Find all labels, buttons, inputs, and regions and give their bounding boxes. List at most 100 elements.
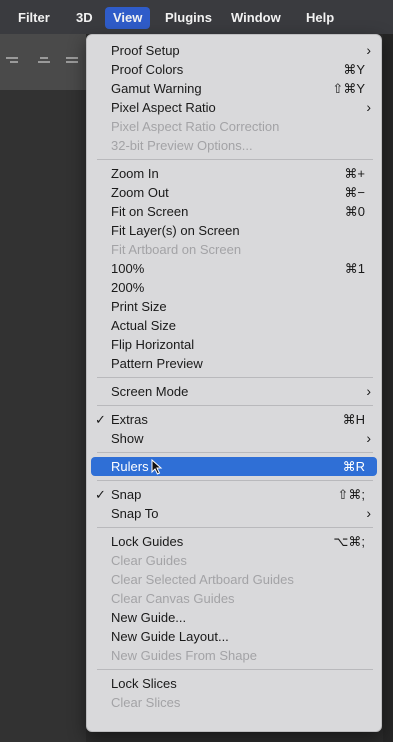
menu-separator (97, 452, 373, 453)
menu-item-fit-artboard-on-screen: Fit Artboard on Screen (91, 240, 377, 259)
menu-item-label: New Guide... (111, 610, 187, 625)
menu-item-new-guide-layout[interactable]: New Guide Layout... (91, 627, 377, 646)
menu-item-label: Clear Selected Artboard Guides (111, 572, 294, 587)
menu-item-32-bit-preview-options: 32-bit Preview Options... (91, 136, 377, 155)
menu-separator (97, 405, 373, 406)
side-panel-edge (383, 34, 393, 742)
menu-item-snap[interactable]: ✓ Snap ⇧⌘; (91, 485, 377, 504)
menu-item-zoom-in[interactable]: Zoom In ⌘+ (91, 164, 377, 183)
menu-item-200[interactable]: 200% (91, 278, 377, 297)
menu-item-clear-guides: Clear Guides (91, 551, 377, 570)
menu-item-clear-slices: Clear Slices (91, 693, 377, 712)
menu-item-label: Print Size (111, 299, 167, 314)
menu-separator (97, 480, 373, 481)
menu-item-label: Rulers (111, 459, 149, 474)
menu-item-shortcut: ⌘− (344, 185, 365, 200)
menu-item-label: Fit Artboard on Screen (111, 242, 242, 257)
menu-item-shortcut: ⌘Y (343, 62, 365, 77)
menu-item-label: Zoom In (111, 166, 159, 181)
menu-item-label: Fit on Screen (111, 204, 189, 219)
menu-item-shortcut: ⌘0 (344, 204, 365, 219)
chevron-right-icon: › (366, 505, 371, 521)
menu-item-label: Proof Colors (111, 62, 184, 77)
menu-item-label: 32-bit Preview Options... (111, 138, 253, 153)
chevron-right-icon: › (366, 42, 371, 58)
menu-item-label: New Guides From Shape (111, 648, 257, 663)
menu-item-print-size[interactable]: Print Size (91, 297, 377, 316)
menu-filter[interactable]: Filter (10, 7, 58, 29)
menu-separator (97, 669, 373, 670)
menu-item-gamut-warning[interactable]: Gamut Warning ⇧⌘Y (91, 79, 377, 98)
align-justify-icon[interactable] (66, 56, 78, 66)
menu-item-lock-slices[interactable]: Lock Slices (91, 674, 377, 693)
menu-item-label: Proof Setup (111, 43, 180, 58)
menu-item-label: Zoom Out (111, 185, 169, 200)
checkmark-icon: ✓ (95, 487, 106, 502)
menu-item-label: Snap To (111, 506, 159, 521)
menu-item-actual-size[interactable]: Actual Size (91, 316, 377, 335)
menu-item-label: Clear Canvas Guides (111, 591, 235, 606)
menu-item-label: New Guide Layout... (111, 629, 229, 644)
menu-item-new-guide[interactable]: New Guide... (91, 608, 377, 627)
menu-item-label: Clear Slices (111, 695, 181, 710)
menu-item-label: Fit Layer(s) on Screen (111, 223, 240, 238)
menu-item-proof-colors[interactable]: Proof Colors ⌘Y (91, 60, 377, 79)
menu-3d[interactable]: 3D (68, 7, 101, 29)
menu-item-lock-guides[interactable]: Lock Guides ⌥⌘; (91, 532, 377, 551)
menu-item-shortcut: ⇧⌘; (337, 487, 365, 502)
chevron-right-icon: › (366, 430, 371, 446)
menu-item-label: Pixel Aspect Ratio (111, 100, 216, 115)
menu-item-clear-selected-artboard-guides: Clear Selected Artboard Guides (91, 570, 377, 589)
menu-item-label: Show (111, 431, 144, 446)
menu-item-shortcut: ⌘1 (344, 261, 365, 276)
menu-item-label: Clear Guides (111, 553, 187, 568)
menu-item-clear-canvas-guides: Clear Canvas Guides (91, 589, 377, 608)
menu-plugins[interactable]: Plugins (157, 7, 220, 29)
menu-item-extras[interactable]: ✓ Extras ⌘H (91, 410, 377, 429)
options-toolbar (0, 34, 86, 90)
chevron-right-icon: › (366, 99, 371, 115)
menu-item-label: Screen Mode (111, 384, 189, 399)
menu-item-label: 100% (111, 261, 145, 276)
canvas-area (0, 90, 86, 742)
menu-item-flip-horizontal[interactable]: Flip Horizontal (91, 335, 377, 354)
menu-item-fit-layer-s-on-screen[interactable]: Fit Layer(s) on Screen (91, 221, 377, 240)
menu-item-label: Extras (111, 412, 148, 427)
menu-bar: Filter 3D View Plugins Window Help (0, 0, 393, 35)
mouse-pointer-icon (151, 458, 163, 475)
menu-item-shortcut: ⌘R (342, 459, 365, 474)
align-center-icon[interactable] (38, 56, 50, 66)
menu-view[interactable]: View (105, 7, 151, 29)
menu-item-label: 200% (111, 280, 145, 295)
view-menu-dropdown: Proof Setup › Proof Colors ⌘Y Gamut Warning ⇧… (86, 34, 382, 732)
menu-item-pattern-preview[interactable]: Pattern Preview (91, 354, 377, 373)
menu-item-snap-to[interactable]: Snap To › (91, 504, 377, 523)
menu-item-100[interactable]: 100% ⌘1 (91, 259, 377, 278)
menu-item-shortcut: ⌥⌘; (333, 534, 365, 549)
menu-item-rulers[interactable]: Rulers ⌘R (91, 457, 377, 476)
chevron-right-icon: › (366, 383, 371, 399)
menu-item-show[interactable]: Show › (91, 429, 377, 448)
menu-item-label: Gamut Warning (111, 81, 202, 96)
menu-item-pixel-aspect-ratio-correction: Pixel Aspect Ratio Correction (91, 117, 377, 136)
menu-item-label: Pattern Preview (111, 356, 203, 371)
menu-item-shortcut: ⇧⌘Y (332, 81, 365, 96)
checkmark-icon: ✓ (95, 412, 106, 427)
menu-item-fit-on-screen[interactable]: Fit on Screen ⌘0 (91, 202, 377, 221)
menu-item-label: Lock Guides (111, 534, 184, 549)
menu-window[interactable]: Window (223, 7, 289, 29)
menu-item-zoom-out[interactable]: Zoom Out ⌘− (91, 183, 377, 202)
menu-item-label: Pixel Aspect Ratio Correction (111, 119, 280, 134)
menu-item-screen-mode[interactable]: Screen Mode › (91, 382, 377, 401)
menu-separator (97, 377, 373, 378)
menu-item-shortcut: ⌘+ (344, 166, 365, 181)
menu-item-label: Actual Size (111, 318, 177, 333)
menu-item-new-guides-from-shape: New Guides From Shape (91, 646, 377, 665)
menu-help[interactable]: Help (298, 7, 342, 29)
menu-item-pixel-aspect-ratio[interactable]: Pixel Aspect Ratio › (91, 98, 377, 117)
menu-item-proof-setup[interactable]: Proof Setup › (91, 41, 377, 60)
menu-item-label: Snap (111, 487, 142, 502)
menu-separator (97, 527, 373, 528)
align-right-icon[interactable] (6, 56, 18, 66)
menu-item-label: Flip Horizontal (111, 337, 195, 352)
